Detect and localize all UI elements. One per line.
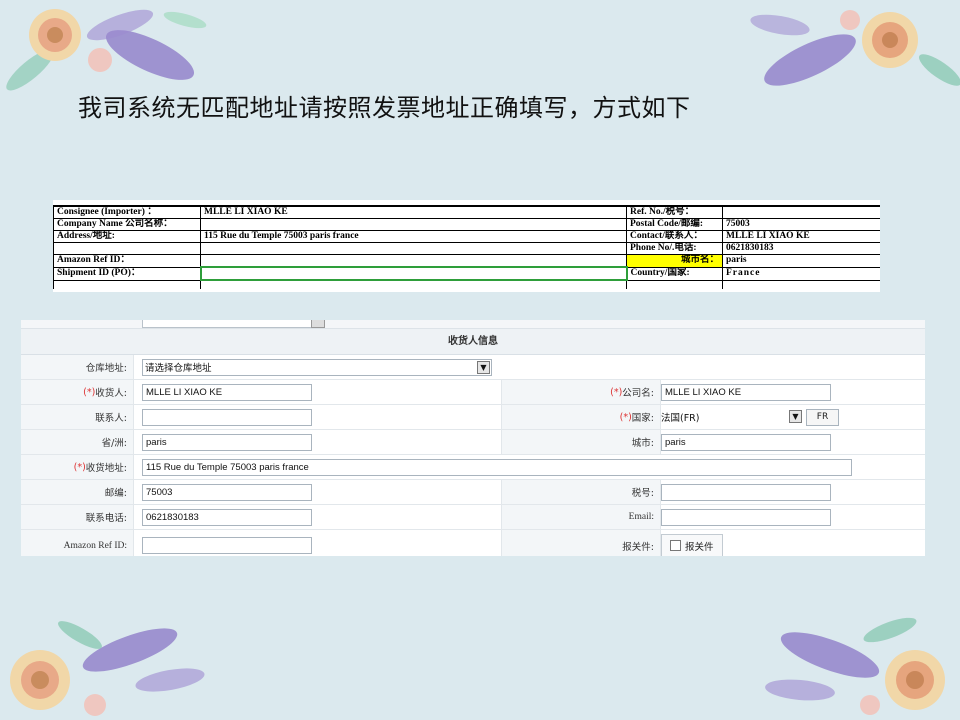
invoice-value[interactable]	[200, 242, 627, 255]
invoice-value[interactable]: 0621830183	[722, 242, 880, 255]
invoice-label[interactable]: Address/地址:	[53, 230, 201, 243]
address-label-text: 收货地址:	[85, 463, 127, 474]
invoice-label[interactable]: Consignee (Importer) ：	[53, 205, 201, 219]
invoice-label[interactable]: Shipment ID (PO)：	[53, 266, 201, 281]
amazon-ref-input[interactable]	[142, 537, 312, 554]
phone-label: 联系电话:	[21, 505, 134, 529]
invoice-value[interactable]: France	[722, 266, 880, 281]
contact-label: 联系人:	[21, 405, 134, 429]
province-label: 省/洲:	[21, 430, 134, 454]
invoice-value[interactable]: MLLE LI XIAO KE	[200, 205, 627, 219]
section-header: 收货人信息	[21, 329, 925, 355]
invoice-row: Company Name 公司名称： Postal Code/邮编: 75003	[53, 218, 880, 231]
email-input[interactable]	[661, 508, 831, 526]
invoice-value[interactable]	[200, 254, 627, 268]
floral-decoration-top-right	[740, 0, 960, 110]
previous-row-partial	[21, 320, 925, 329]
invoice-row: Shipment ID (PO)： Country/国家: France	[53, 266, 880, 281]
form-row-phone: 联系电话: 0621830183 Email:	[21, 505, 925, 530]
chevron-down-icon[interactable]: ▼	[789, 409, 802, 423]
country-code-button[interactable]: FR	[806, 408, 839, 426]
address-input[interactable]: 115 Rue du Temple 75003 paris france	[142, 458, 852, 476]
consignee-label-text: 收货人:	[95, 388, 127, 399]
previous-select-arrow[interactable]	[311, 320, 325, 328]
contact-input[interactable]	[142, 408, 312, 426]
checkbox[interactable]	[670, 540, 681, 551]
floral-decoration-bottom-right	[740, 610, 960, 720]
invoice-row	[53, 279, 880, 289]
invoice-row: Consignee (Importer) ： MLLE LI XIAO KE R…	[53, 205, 880, 219]
consignee-label: (*) 收货人:	[21, 380, 134, 404]
form-row-warehouse: 仓库地址: 请选择仓库地址 ▼	[21, 355, 925, 380]
invoice-row: Phone No/.电话: 0621830183	[53, 242, 880, 255]
country-select-value: 法国(FR)	[661, 413, 700, 424]
form-row-amazon-ref: Amazon Ref ID: 报关件: 报关件	[21, 530, 925, 556]
company-input[interactable]: MLLE LI XIAO KE	[661, 383, 831, 401]
invoice-label[interactable]: Ref. No./税号：	[626, 205, 723, 219]
form-row-province: 省/洲: paris 城市: paris	[21, 430, 925, 455]
chevron-down-icon[interactable]: ▼	[477, 360, 490, 374]
form-row-consignee: (*) 收货人: MLLE LI XIAO KE (*) 公司名: MLLE LI …	[21, 380, 925, 405]
company-label-text: 公司名:	[622, 388, 654, 399]
invoice-value[interactable]	[200, 218, 627, 231]
invoice-value[interactable]: MLLE LI XIAO KE	[722, 230, 880, 243]
postcode-label: 邮编:	[21, 480, 134, 504]
postcode-input[interactable]: 75003	[142, 483, 312, 501]
required-marker: (*)	[610, 386, 623, 398]
form-row-contact: 联系人: (*) 国家: 法国(FR) ▼ FR	[21, 405, 925, 430]
warehouse-select-value: 请选择仓库地址	[145, 363, 212, 374]
customs-checkbox-button[interactable]: 报关件	[661, 534, 723, 556]
invoice-value[interactable]: paris	[722, 254, 880, 268]
invoice-label[interactable]	[53, 242, 201, 255]
invoice-label[interactable]: Amazon Ref ID：	[53, 254, 201, 268]
form-row-address: (*) 收货地址: 115 Rue du Temple 75003 paris f…	[21, 455, 925, 480]
required-marker: (*)	[83, 386, 96, 398]
form-row-postcode: 邮编: 75003 税号:	[21, 480, 925, 505]
province-input[interactable]: paris	[142, 433, 312, 451]
company-label: (*) 公司名:	[501, 380, 661, 404]
customs-checkbox-label: 报关件	[685, 541, 714, 553]
invoice-spreadsheet: Consignee (Importer) ： MLLE LI XIAO KE R…	[53, 200, 880, 292]
invoice-value[interactable]: 75003	[722, 218, 880, 231]
invoice-value[interactable]: 115 Rue du Temple 75003 paris france	[200, 230, 627, 243]
warehouse-select[interactable]: 请选择仓库地址 ▼	[142, 358, 492, 376]
customs-label: 报关件:	[501, 530, 661, 556]
floral-decoration-bottom-left	[0, 610, 220, 720]
consignee-form: 收货人信息 仓库地址: 请选择仓库地址 ▼ (*) 收货人: MLLE LI XI…	[21, 320, 925, 556]
country-label: (*) 国家:	[501, 405, 661, 429]
invoice-label[interactable]: Company Name 公司名称：	[53, 218, 201, 231]
invoice-label[interactable]: Phone No/.电话:	[626, 242, 723, 255]
invoice-row: Amazon Ref ID： 城市名： paris	[53, 254, 880, 268]
slide-title: 我司系统无匹配地址请按照发票地址正确填写，方式如下	[78, 94, 691, 122]
required-marker: (*)	[73, 461, 86, 473]
invoice-label[interactable]: Country/国家:	[626, 266, 723, 281]
invoice-label[interactable]: Postal Code/邮编:	[626, 218, 723, 231]
tax-input[interactable]	[661, 483, 831, 501]
address-label: (*) 收货地址:	[21, 455, 134, 479]
warehouse-label: 仓库地址:	[21, 355, 134, 379]
country-select[interactable]: 法国(FR) ▼	[661, 408, 803, 426]
invoice-label[interactable]: Contact/联系人：	[626, 230, 723, 243]
city-input[interactable]: paris	[661, 433, 831, 451]
invoice-selected-cell[interactable]	[199, 266, 628, 281]
invoice-row: Address/地址: 115 Rue du Temple 75003 pari…	[53, 230, 880, 243]
required-marker: (*)	[619, 411, 632, 423]
invoice-label-highlighted[interactable]: 城市名：	[626, 254, 723, 268]
previous-select[interactable]	[142, 320, 324, 328]
email-label: Email:	[501, 505, 661, 529]
phone-input[interactable]: 0621830183	[142, 508, 312, 526]
consignee-input[interactable]: MLLE LI XIAO KE	[142, 383, 312, 401]
country-label-text: 国家:	[631, 413, 654, 424]
amazon-ref-label: Amazon Ref ID:	[21, 530, 134, 556]
city-label: 城市:	[501, 430, 661, 454]
invoice-value[interactable]	[722, 205, 880, 219]
tax-label: 税号:	[501, 480, 661, 504]
